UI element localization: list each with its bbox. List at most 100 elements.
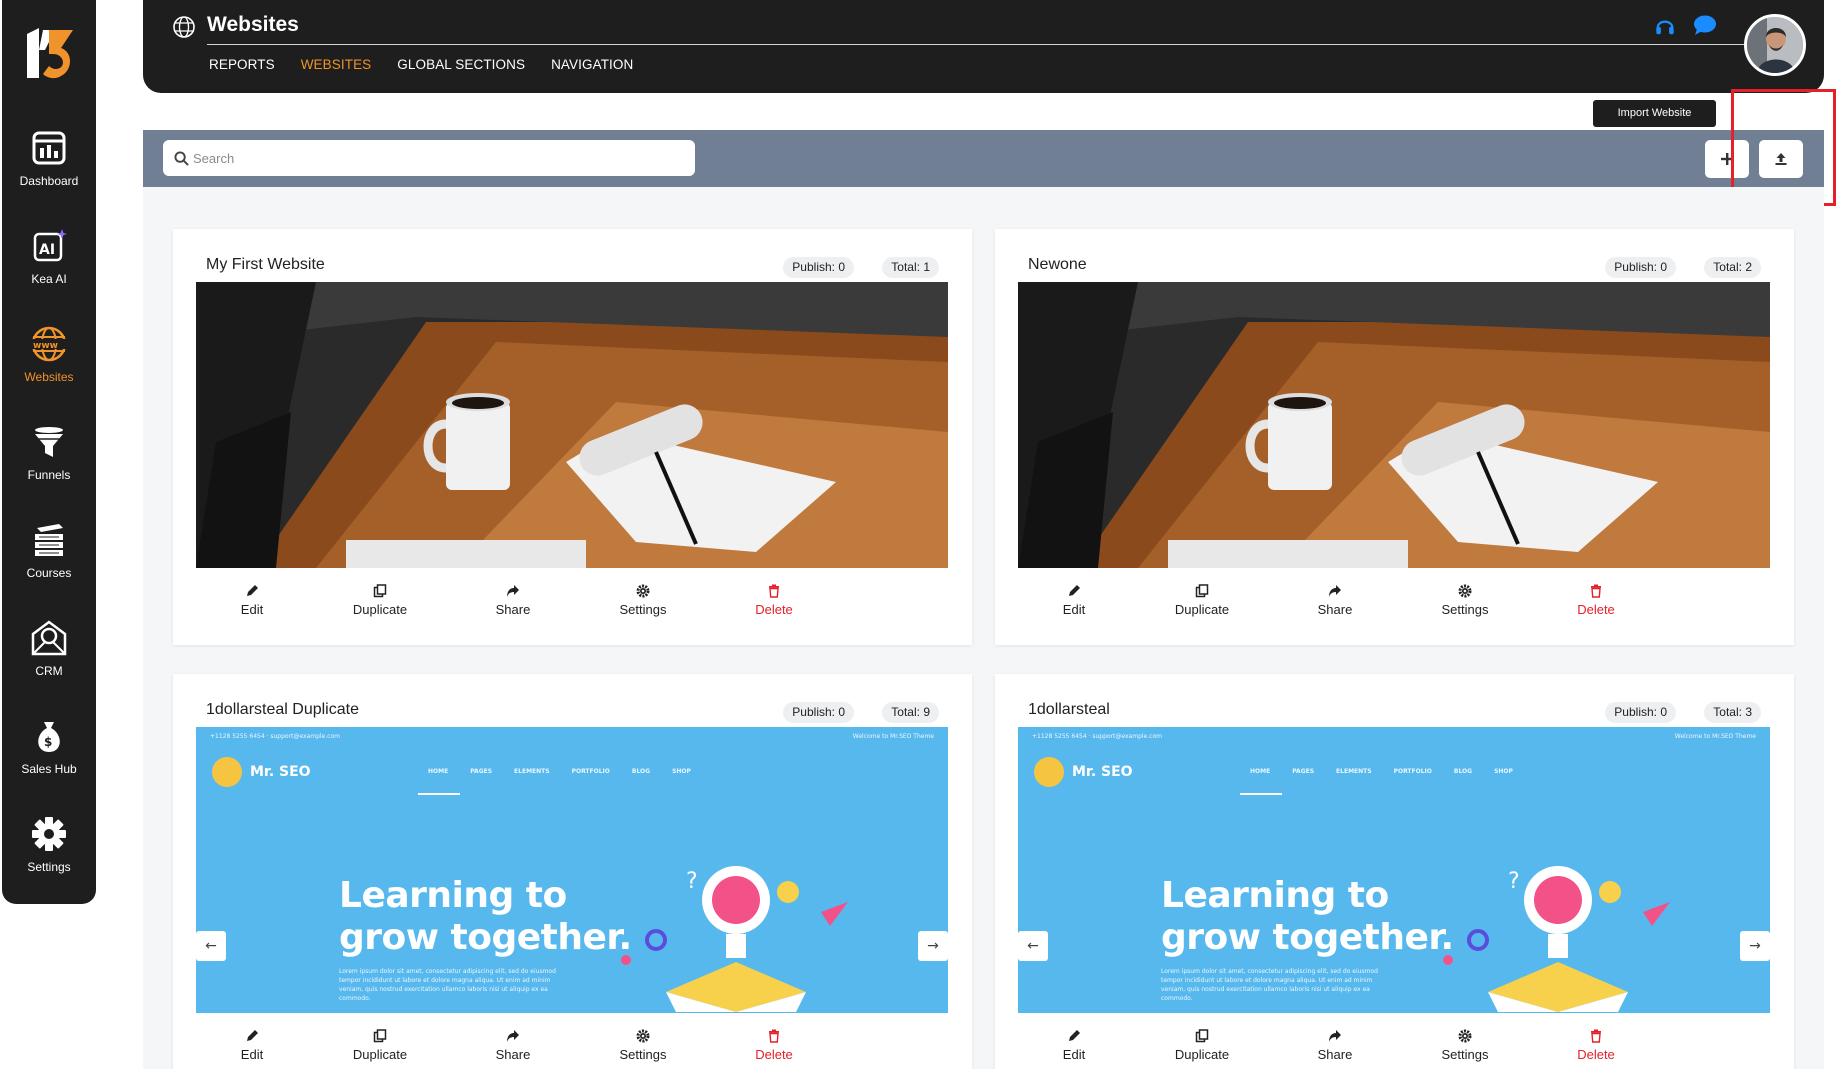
delete-button[interactable]: Delete bbox=[719, 584, 829, 617]
svg-text:$: $ bbox=[44, 735, 52, 749]
gear-icon bbox=[32, 817, 66, 851]
top-header: Websites REPORTS WEBSITES GLOBAL SECTION… bbox=[143, 0, 1824, 93]
sidebar-item-kea-ai[interactable]: AI Kea AI bbox=[2, 226, 96, 306]
settings-button[interactable]: Settings bbox=[1410, 584, 1520, 617]
share-icon bbox=[1329, 1030, 1341, 1042]
dashboard-icon bbox=[32, 131, 66, 165]
publish-count-badge: Publish: 0 bbox=[1605, 257, 1676, 278]
seo-body-text: Lorem ipsum dolor sit amet, consectetur … bbox=[339, 968, 556, 1002]
edit-button[interactable]: Edit bbox=[197, 584, 307, 617]
search-box bbox=[163, 140, 695, 176]
share-button[interactable]: Share bbox=[458, 1029, 568, 1062]
brand-logo[interactable] bbox=[25, 26, 75, 80]
website-title[interactable]: 1dollarsteal Duplicate bbox=[206, 701, 359, 719]
sidebar-item-label: Funnels bbox=[27, 468, 71, 482]
copy-icon bbox=[373, 1029, 387, 1043]
share-button[interactable]: Share bbox=[458, 584, 568, 617]
seo-theme-preview: +1128 5255 6454 · support@example.com We… bbox=[1018, 727, 1770, 1013]
lightbulb-illustration: ? bbox=[1443, 866, 1670, 1012]
delete-button[interactable]: Delete bbox=[1541, 1029, 1651, 1062]
crm-icon bbox=[31, 620, 67, 656]
website-thumbnail[interactable]: +1128 5255 6454 · support@example.com We… bbox=[1018, 727, 1770, 1013]
tab-reports[interactable]: REPORTS bbox=[209, 57, 275, 72]
website-thumbnail[interactable] bbox=[196, 282, 948, 568]
website-actions: Edit Duplicate Share Settings Delete bbox=[196, 1029, 948, 1069]
header-divider bbox=[207, 44, 1745, 45]
seo-welcome-text: Welcome to Mr.SEO Theme bbox=[852, 733, 934, 740]
sidebar-item-label: Kea AI bbox=[31, 272, 67, 286]
share-button[interactable]: Share bbox=[1280, 1029, 1390, 1062]
website-title[interactable]: Newone bbox=[1028, 256, 1087, 274]
delete-button[interactable]: Delete bbox=[1541, 584, 1651, 617]
copy-icon bbox=[1195, 584, 1209, 598]
tab-global-sections[interactable]: GLOBAL SECTIONS bbox=[397, 57, 525, 72]
sidebar-item-websites[interactable]: www Websites bbox=[2, 324, 96, 404]
header-tabs: REPORTS WEBSITES GLOBAL SECTIONS NAVIGAT… bbox=[209, 57, 633, 72]
website-thumbnail[interactable] bbox=[1018, 282, 1770, 568]
sidebar-item-funnels[interactable]: Funnels bbox=[2, 422, 96, 502]
courses-icon bbox=[35, 524, 63, 556]
settings-button[interactable]: Settings bbox=[1410, 1029, 1520, 1062]
duplicate-button[interactable]: Duplicate bbox=[325, 1029, 435, 1062]
avatar[interactable] bbox=[1744, 14, 1806, 76]
settings-button[interactable]: Settings bbox=[588, 584, 698, 617]
ai-icon: AI bbox=[33, 229, 67, 262]
seo-logo-icon bbox=[212, 757, 242, 787]
copy-icon bbox=[1195, 1029, 1209, 1043]
duplicate-button[interactable]: Duplicate bbox=[1147, 1029, 1257, 1062]
gear-icon bbox=[1458, 1029, 1472, 1043]
svg-text:AI: AI bbox=[39, 242, 55, 258]
edit-button[interactable]: Edit bbox=[1019, 584, 1129, 617]
user-photo bbox=[1747, 17, 1803, 73]
website-card: Newone Publish: 0 Total: 2 Edit Duplicat… bbox=[995, 229, 1794, 645]
seo-menu-underline bbox=[1240, 793, 1282, 795]
settings-button[interactable]: Settings bbox=[588, 1029, 698, 1062]
edit-button[interactable]: Edit bbox=[197, 1029, 307, 1062]
sidebar-item-label: Courses bbox=[26, 566, 72, 580]
total-count-badge: Total: 1 bbox=[882, 257, 939, 278]
website-card: 1dollarsteal Duplicate Publish: 0 Total:… bbox=[173, 674, 972, 1069]
pencil-icon bbox=[247, 585, 258, 596]
import-website-tooltip: Import Website bbox=[1593, 100, 1716, 127]
seo-contact-bar: +1128 5255 6454 · support@example.com bbox=[1032, 733, 1162, 740]
globe-icon bbox=[173, 16, 195, 38]
websites-toolbar bbox=[143, 130, 1824, 187]
sidebar-item-courses[interactable]: Courses bbox=[2, 520, 96, 600]
website-thumbnail[interactable]: +1128 5255 6454 · support@example.com We… bbox=[196, 727, 948, 1013]
chat-icon[interactable] bbox=[1693, 14, 1717, 36]
pencil-icon bbox=[1069, 585, 1080, 596]
copy-icon bbox=[373, 584, 387, 598]
trash-icon bbox=[1591, 1029, 1601, 1043]
sidebar-item-settings[interactable]: Settings bbox=[2, 814, 96, 894]
headset-icon[interactable] bbox=[1654, 15, 1676, 37]
publish-count-badge: Publish: 0 bbox=[783, 257, 854, 278]
gear-icon bbox=[636, 1029, 650, 1043]
svg-text:www: www bbox=[33, 341, 58, 351]
share-icon bbox=[507, 585, 519, 597]
tab-navigation[interactable]: NAVIGATION bbox=[551, 57, 633, 72]
duplicate-button[interactable]: Duplicate bbox=[1147, 584, 1257, 617]
website-card: My First Website Publish: 0 Total: 1 Edi… bbox=[173, 229, 972, 645]
seo-menu: HOME PAGES ELEMENTS PORTFOLIO BLOG SHOP bbox=[1250, 768, 1513, 775]
website-title[interactable]: 1dollarsteal bbox=[1028, 701, 1110, 719]
pencil-icon bbox=[247, 1030, 258, 1041]
arrow-left-icon: ← bbox=[1018, 931, 1048, 961]
sidebar-item-dashboard[interactable]: Dashboard bbox=[2, 128, 96, 208]
edit-button[interactable]: Edit bbox=[1019, 1029, 1129, 1062]
money-bag-icon: $ bbox=[38, 722, 60, 752]
gear-icon bbox=[636, 584, 650, 598]
tab-websites[interactable]: WEBSITES bbox=[301, 57, 372, 72]
seo-body-text: Lorem ipsum dolor sit amet, consectetur … bbox=[1161, 968, 1378, 1002]
sidebar-item-crm[interactable]: CRM bbox=[2, 618, 96, 698]
seo-brand: Mr. SEO bbox=[1072, 764, 1133, 780]
www-globe-icon: www bbox=[31, 326, 67, 362]
sidebar-item-sales-hub[interactable]: $ Sales Hub bbox=[2, 716, 96, 796]
seo-contact-bar: +1128 5255 6454 · support@example.com bbox=[210, 733, 340, 740]
website-actions: Edit Duplicate Share Settings Delete bbox=[1018, 1029, 1770, 1069]
share-button[interactable]: Share bbox=[1280, 584, 1390, 617]
duplicate-button[interactable]: Duplicate bbox=[325, 584, 435, 617]
website-title[interactable]: My First Website bbox=[206, 256, 325, 274]
delete-button[interactable]: Delete bbox=[719, 1029, 829, 1062]
search-input[interactable] bbox=[193, 140, 688, 176]
pencil-icon bbox=[1069, 1030, 1080, 1041]
